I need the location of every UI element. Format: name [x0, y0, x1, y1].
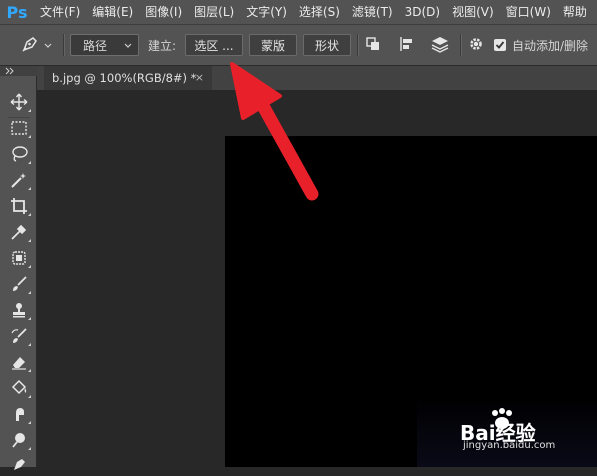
watermark-url: jingyan.baidu.com [463, 440, 556, 451]
red-arrow-annotation [230, 62, 319, 201]
baidu-watermark: Bai经验 [458, 405, 578, 445]
